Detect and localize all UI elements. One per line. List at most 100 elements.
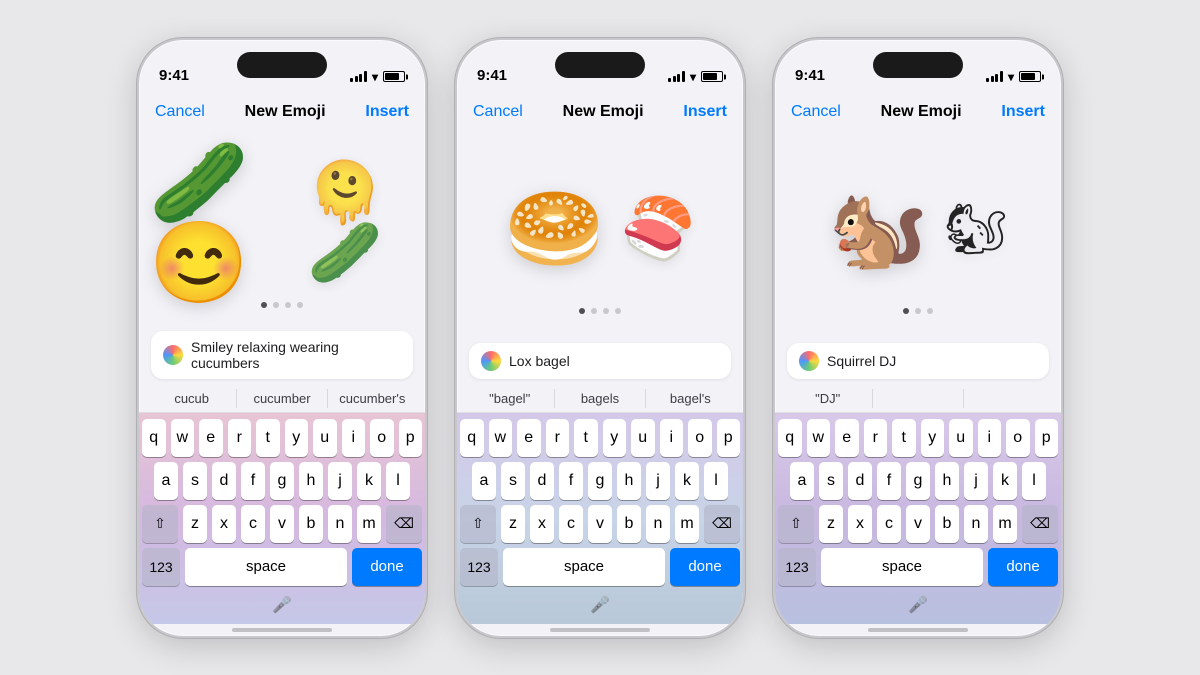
key-b-2[interactable]: b	[617, 505, 641, 543]
autocomplete-1-3[interactable]: cucumber's	[328, 389, 417, 408]
key-g-2[interactable]: g	[588, 462, 612, 500]
delete-key-2[interactable]: ⌫	[704, 505, 740, 543]
key-q-3[interactable]: q	[778, 419, 802, 457]
key-v-1[interactable]: v	[270, 505, 294, 543]
autocomplete-3-2[interactable]	[873, 389, 963, 408]
emoji-primary-3[interactable]: 🐿️	[828, 189, 928, 269]
key-q-2[interactable]: q	[460, 419, 484, 457]
key-t-2[interactable]: t	[574, 419, 598, 457]
numbers-key-1[interactable]: 123	[142, 548, 180, 586]
key-a-1[interactable]: a	[154, 462, 178, 500]
key-p-2[interactable]: p	[717, 419, 741, 457]
cancel-button-1[interactable]: Cancel	[155, 103, 205, 121]
emoji-secondary-2[interactable]: 🍣	[620, 199, 695, 259]
autocomplete-3-1[interactable]: "DJ"	[783, 389, 873, 408]
key-g-1[interactable]: g	[270, 462, 294, 500]
key-h-1[interactable]: h	[299, 462, 323, 500]
key-x-2[interactable]: x	[530, 505, 554, 543]
key-o-3[interactable]: o	[1006, 419, 1030, 457]
emoji-secondary-3[interactable]: 🐿	[944, 204, 1007, 254]
key-u-3[interactable]: u	[949, 419, 973, 457]
cancel-button-3[interactable]: Cancel	[791, 103, 841, 121]
key-n-3[interactable]: n	[964, 505, 988, 543]
numbers-key-2[interactable]: 123	[460, 548, 498, 586]
key-d-1[interactable]: d	[212, 462, 236, 500]
key-v-2[interactable]: v	[588, 505, 612, 543]
key-d-2[interactable]: d	[530, 462, 554, 500]
key-x-3[interactable]: x	[848, 505, 872, 543]
key-c-3[interactable]: c	[877, 505, 901, 543]
key-w-2[interactable]: w	[489, 419, 513, 457]
key-h-3[interactable]: h	[935, 462, 959, 500]
key-s-3[interactable]: s	[819, 462, 843, 500]
key-u-2[interactable]: u	[631, 419, 655, 457]
text-input-1[interactable]: Smiley relaxing wearing cucumbers	[151, 331, 413, 379]
autocomplete-3-3[interactable]	[964, 389, 1053, 408]
numbers-key-3[interactable]: 123	[778, 548, 816, 586]
autocomplete-1-2[interactable]: cucumber	[237, 389, 327, 408]
key-s-2[interactable]: s	[501, 462, 525, 500]
space-key-2[interactable]: space	[503, 548, 665, 586]
key-e-2[interactable]: e	[517, 419, 541, 457]
insert-button-3[interactable]: Insert	[1001, 103, 1045, 121]
key-c-2[interactable]: c	[559, 505, 583, 543]
key-w-1[interactable]: w	[171, 419, 195, 457]
key-j-3[interactable]: j	[964, 462, 988, 500]
key-p-1[interactable]: p	[399, 419, 423, 457]
emoji-secondary-1[interactable]: 🫠🥒	[308, 163, 415, 283]
key-i-1[interactable]: i	[342, 419, 366, 457]
shift-key-2[interactable]: ⇧	[460, 505, 496, 543]
key-k-2[interactable]: k	[675, 462, 699, 500]
autocomplete-2-2[interactable]: bagels	[555, 389, 645, 408]
insert-button-2[interactable]: Insert	[683, 103, 727, 121]
key-o-1[interactable]: o	[370, 419, 394, 457]
text-input-2[interactable]: Lox bagel	[469, 343, 731, 379]
done-key-3[interactable]: done	[988, 548, 1058, 586]
key-e-1[interactable]: e	[199, 419, 223, 457]
insert-button-1[interactable]: Insert	[365, 103, 409, 121]
key-f-1[interactable]: f	[241, 462, 265, 500]
done-key-1[interactable]: done	[352, 548, 422, 586]
delete-key-3[interactable]: ⌫	[1022, 505, 1058, 543]
key-n-1[interactable]: n	[328, 505, 352, 543]
key-i-2[interactable]: i	[660, 419, 684, 457]
key-k-3[interactable]: k	[993, 462, 1017, 500]
delete-key-1[interactable]: ⌫	[386, 505, 422, 543]
key-r-3[interactable]: r	[864, 419, 888, 457]
key-s-1[interactable]: s	[183, 462, 207, 500]
shift-key-3[interactable]: ⇧	[778, 505, 814, 543]
autocomplete-1-1[interactable]: cucub	[147, 389, 237, 408]
key-j-2[interactable]: j	[646, 462, 670, 500]
key-v-3[interactable]: v	[906, 505, 930, 543]
key-g-3[interactable]: g	[906, 462, 930, 500]
done-key-2[interactable]: done	[670, 548, 740, 586]
key-o-2[interactable]: o	[688, 419, 712, 457]
emoji-primary-1[interactable]: 🥒😊	[149, 143, 292, 303]
space-key-3[interactable]: space	[821, 548, 983, 586]
key-p-3[interactable]: p	[1035, 419, 1059, 457]
key-z-3[interactable]: z	[819, 505, 843, 543]
key-m-2[interactable]: m	[675, 505, 699, 543]
key-t-3[interactable]: t	[892, 419, 916, 457]
key-a-2[interactable]: a	[472, 462, 496, 500]
key-n-2[interactable]: n	[646, 505, 670, 543]
key-b-1[interactable]: b	[299, 505, 323, 543]
autocomplete-2-1[interactable]: "bagel"	[465, 389, 555, 408]
key-l-3[interactable]: l	[1022, 462, 1046, 500]
shift-key-1[interactable]: ⇧	[142, 505, 178, 543]
key-l-1[interactable]: l	[386, 462, 410, 500]
key-y-3[interactable]: y	[921, 419, 945, 457]
key-r-2[interactable]: r	[546, 419, 570, 457]
key-f-2[interactable]: f	[559, 462, 583, 500]
key-m-3[interactable]: m	[993, 505, 1017, 543]
key-z-1[interactable]: z	[183, 505, 207, 543]
emoji-primary-2[interactable]: 🥯	[505, 189, 605, 269]
space-key-1[interactable]: space	[185, 548, 347, 586]
key-i-3[interactable]: i	[978, 419, 1002, 457]
key-j-1[interactable]: j	[328, 462, 352, 500]
key-t-1[interactable]: t	[256, 419, 280, 457]
key-a-3[interactable]: a	[790, 462, 814, 500]
key-h-2[interactable]: h	[617, 462, 641, 500]
key-y-2[interactable]: y	[603, 419, 627, 457]
key-m-1[interactable]: m	[357, 505, 381, 543]
